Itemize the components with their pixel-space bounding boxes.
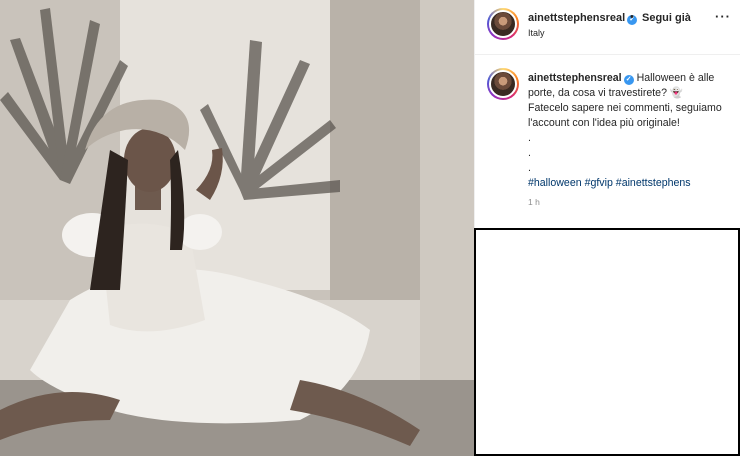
caption-text-line2: Fatecelo sapere nei commenti, seguiamo l…: [528, 102, 722, 129]
hashtag-link[interactable]: #gfvip: [585, 177, 613, 189]
more-options-icon[interactable]: ···: [715, 9, 731, 24]
caption-avatar[interactable]: [487, 68, 519, 100]
header-username[interactable]: ainettstephensreal ✓: [528, 12, 638, 25]
caption-verified-badge-icon: ✓: [623, 75, 634, 85]
post-side-panel: ainettstephensreal ✓ • Segui già ··· Ital…: [474, 0, 740, 228]
post-photo-illustration: [0, 0, 474, 456]
hashtag-link[interactable]: #halloween: [528, 177, 582, 189]
caption-dot-1: .: [528, 132, 531, 144]
caption-hashtags: #halloween #gfvip #ainettstephens: [528, 176, 733, 191]
post-photo[interactable]: [0, 0, 474, 456]
hashtag-link[interactable]: #ainettstephens: [616, 177, 691, 189]
caption-first-line: ainettstephensreal ✓ Halloween è alle por…: [528, 71, 733, 101]
caption-avatar-image: [489, 70, 517, 98]
post-caption: ainettstephensreal ✓ Halloween è alle por…: [528, 71, 733, 191]
caption-username[interactable]: ainettstephensreal: [528, 72, 622, 84]
post-timestamp[interactable]: 1 h: [528, 197, 540, 207]
location-link[interactable]: Italy: [528, 28, 545, 38]
header-username-text[interactable]: ainettstephensreal: [528, 12, 625, 24]
following-button[interactable]: Segui già: [642, 12, 691, 24]
header-separator: •: [630, 11, 634, 23]
post-header: ainettstephensreal ✓ • Segui già ··· Ital…: [475, 0, 740, 55]
empty-comment-area: [474, 228, 740, 456]
avatar-image: [489, 10, 517, 38]
caption-dot-3: .: [528, 162, 531, 174]
avatar[interactable]: [487, 8, 519, 40]
caption-dot-2: .: [528, 147, 531, 159]
